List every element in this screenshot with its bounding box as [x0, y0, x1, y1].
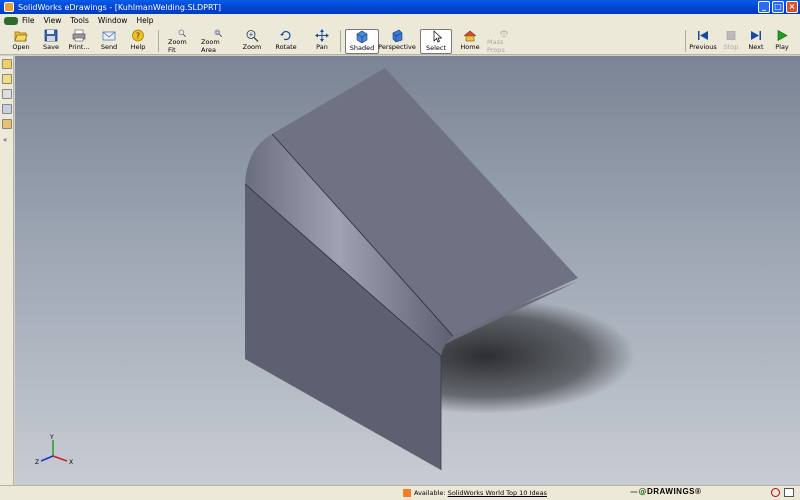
play-icon [777, 29, 788, 42]
printer-icon [72, 29, 86, 42]
help-icon: ? [132, 29, 144, 42]
shaded-cube-icon [356, 30, 368, 43]
maximize-button[interactable]: □ [772, 1, 784, 13]
available-label: Available: [414, 489, 446, 497]
mass-props-button[interactable]: Mass Props [487, 29, 521, 54]
menu-tools[interactable]: Tools [70, 16, 88, 25]
next-icon [751, 31, 761, 40]
rotate-button[interactable]: Rotate [274, 29, 298, 54]
zoom-fit-icon [178, 29, 186, 37]
stop-button[interactable]: Stop [721, 29, 741, 54]
close-button[interactable]: × [786, 1, 798, 13]
news-feed: Available: SolidWorks World Top 10 Ideas [403, 489, 547, 497]
open-button[interactable]: Open [10, 29, 32, 54]
status-bar: Available: SolidWorks World Top 10 Ideas… [0, 485, 800, 500]
menu-window[interactable]: Window [98, 16, 128, 25]
save-button[interactable]: Save [40, 29, 62, 54]
menu-help[interactable]: Help [136, 16, 153, 25]
left-sidebar: « [0, 56, 14, 485]
triad-y-label: Y [49, 434, 54, 441]
edrawings-logo-icon [4, 16, 18, 25]
edrawings-brand: —@DRAWINGS® [630, 487, 702, 496]
toolbar-separator [340, 30, 341, 52]
triad-x-label: X [69, 459, 73, 466]
folder-open-icon [14, 31, 28, 42]
main-toolbar: Open Save Print... Send ? Help Zoom Fit … [0, 27, 800, 55]
measure-icon[interactable] [2, 89, 12, 99]
cursor-arrow-icon [433, 30, 443, 43]
pan-button[interactable]: Pan [312, 29, 332, 54]
select-button[interactable]: Select [420, 29, 452, 54]
menu-bar: File View Tools Window Help [0, 14, 800, 27]
send-button[interactable]: Send [98, 29, 120, 54]
model-viewport[interactable]: Y X Z [15, 56, 800, 485]
zoom-icon [246, 30, 259, 42]
next-button[interactable]: Next [746, 29, 766, 54]
axis-triad-icon: Y X Z [35, 434, 73, 466]
print-button[interactable]: Print... [66, 29, 92, 54]
perspective-button[interactable]: Perspective [378, 29, 416, 54]
help-button[interactable]: ? Help [128, 29, 148, 54]
rss-icon [403, 489, 411, 497]
envelope-icon [102, 31, 116, 41]
previous-icon [698, 31, 708, 40]
title-bar: SolidWorks eDrawings - [KuhlmanWelding.S… [0, 0, 800, 14]
menu-view[interactable]: View [44, 16, 62, 25]
minimize-button[interactable]: _ [758, 1, 770, 13]
pan-arrows-icon [315, 29, 329, 42]
resize-grip-icon [784, 488, 794, 497]
shaded-button[interactable]: Shaded [345, 29, 379, 54]
zoom-fit-button[interactable]: Zoom Fit [168, 29, 196, 54]
floppy-disk-icon [44, 29, 58, 42]
zoom-button[interactable]: Zoom [242, 29, 262, 54]
toolbar-separator [685, 30, 686, 52]
stop-icon [726, 31, 736, 40]
play-button[interactable]: Play [772, 29, 792, 54]
no-entry-icon[interactable] [771, 488, 780, 497]
news-link[interactable]: SolidWorks World Top 10 Ideas [448, 489, 547, 497]
rotate-icon [280, 30, 291, 41]
menu-file[interactable]: File [22, 16, 35, 25]
perspective-cube-icon [392, 29, 403, 42]
markup-pencil-icon[interactable] [2, 74, 12, 84]
svg-text:?: ? [136, 32, 140, 41]
app-icon [4, 2, 14, 12]
zoom-area-button[interactable]: Zoom Area [201, 29, 235, 54]
window-title: SolidWorks eDrawings - [KuhlmanWelding.S… [18, 2, 221, 12]
triad-z-label: Z [35, 459, 39, 466]
part-model-graphic: Y X Z [35, 68, 635, 470]
components-tab-icon[interactable] [2, 59, 12, 69]
home-icon [463, 30, 477, 42]
scale-icon [500, 29, 508, 37]
section-icon[interactable] [2, 104, 12, 114]
toolbar-separator [158, 30, 159, 52]
previous-button[interactable]: Previous [689, 29, 717, 54]
collapse-panel-icon[interactable]: « [3, 136, 7, 144]
stamp-icon[interactable] [2, 119, 12, 129]
home-button[interactable]: Home [459, 29, 481, 54]
zoom-area-icon [214, 29, 222, 37]
